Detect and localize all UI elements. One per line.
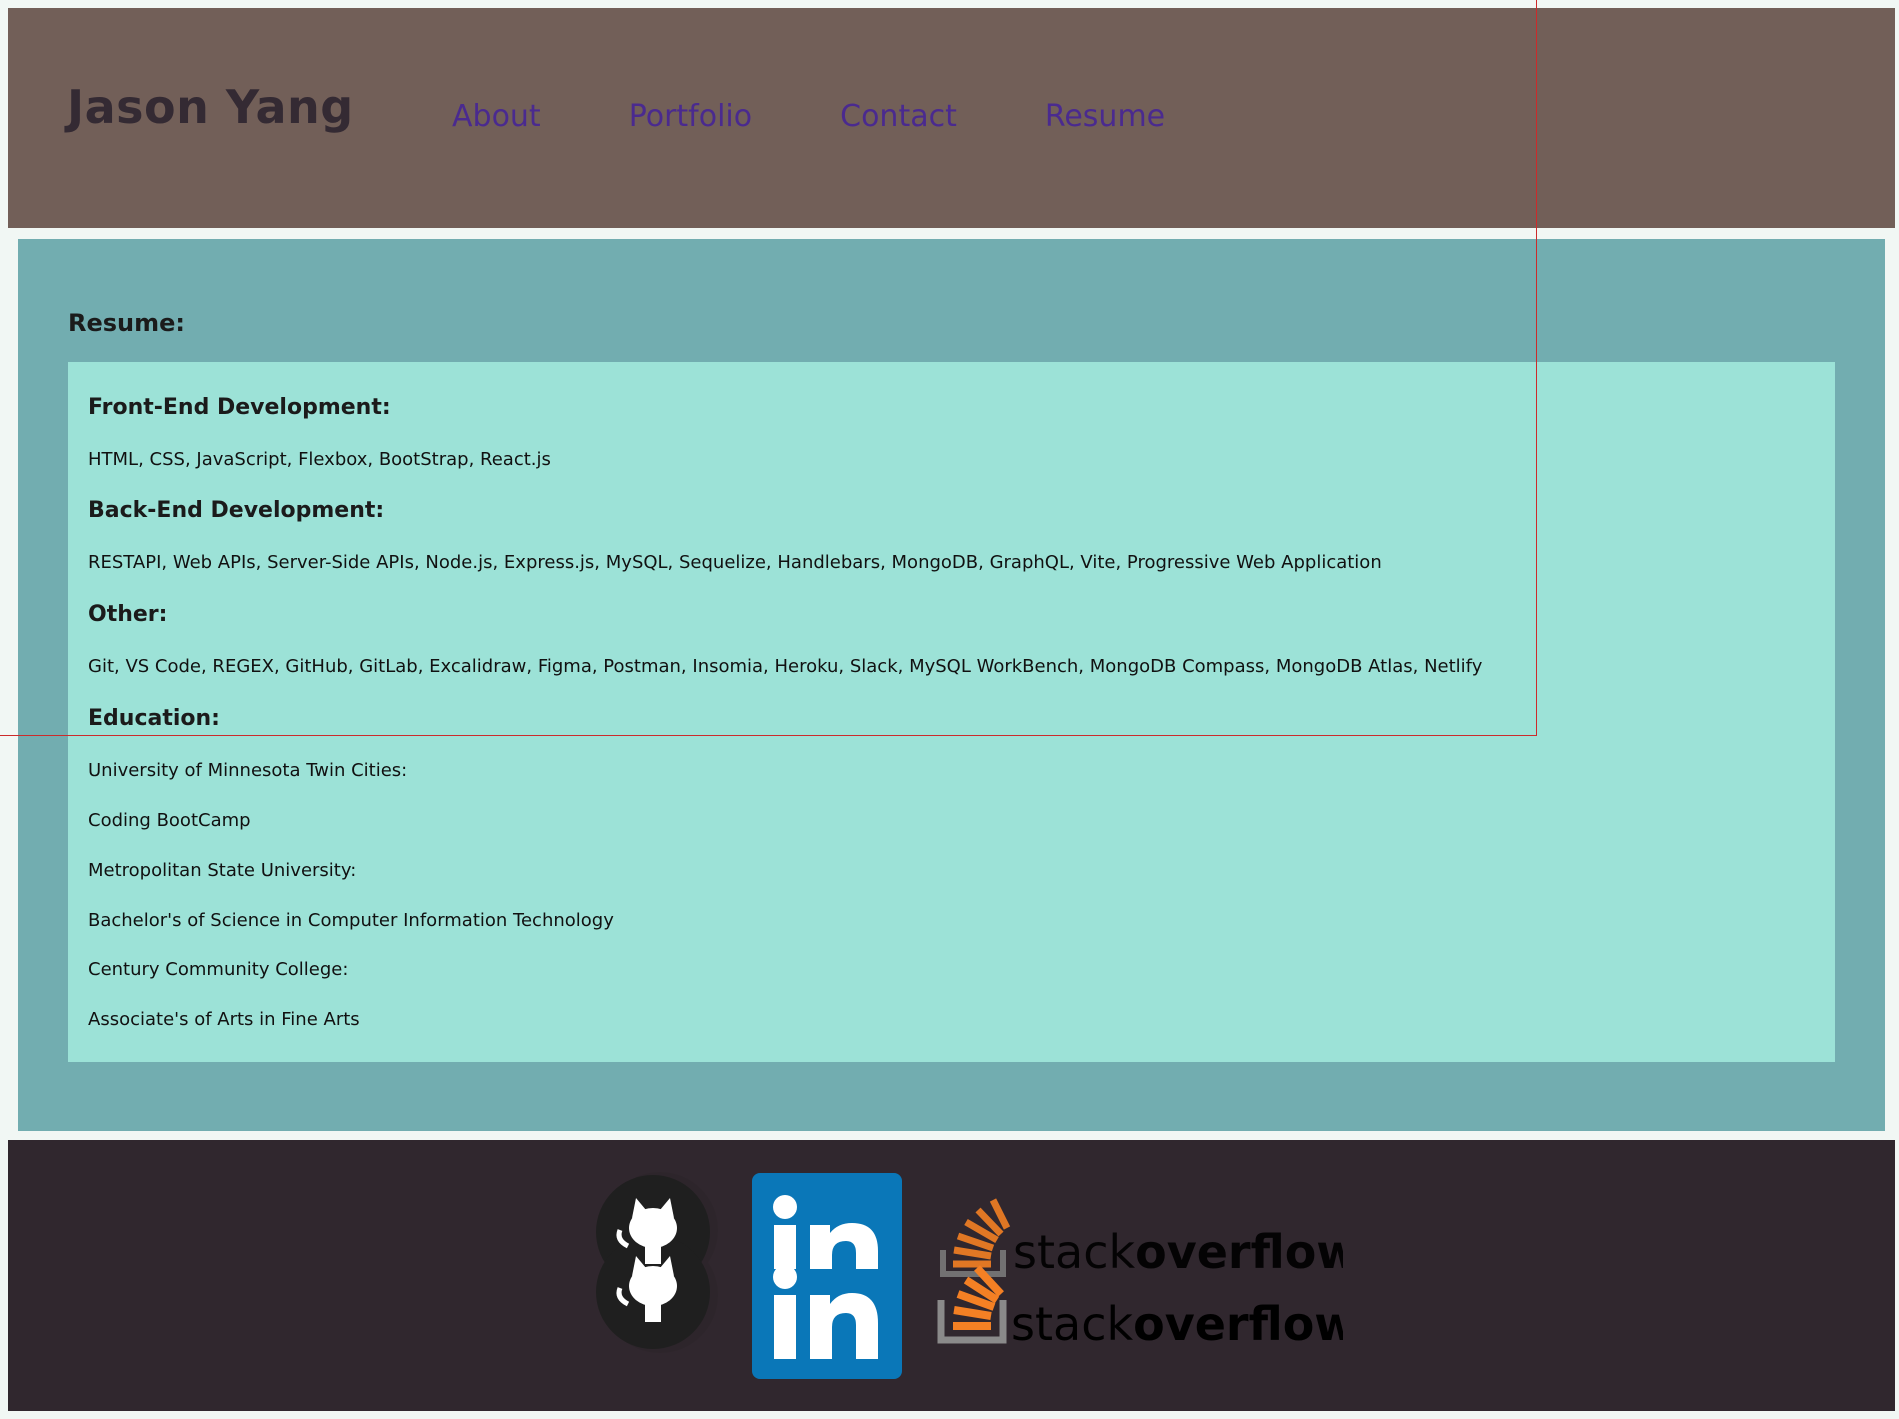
- brand-title: Jason Yang: [67, 80, 354, 134]
- other-heading: Other:: [88, 602, 168, 627]
- education-item: Century Community College:: [88, 959, 349, 980]
- guide-line-vertical: [1536, 0, 1537, 735]
- backend-skills: RESTAPI, Web APIs, Server-Side APIs, Nod…: [88, 552, 1382, 573]
- site-header: Jason Yang About Portfolio Contact Resum…: [8, 8, 1895, 228]
- education-item: Bachelor's of Science in Computer Inform…: [88, 910, 614, 931]
- education-item: Metropolitan State University:: [88, 860, 357, 881]
- frontend-skills: HTML, CSS, JavaScript, Flexbox, BootStra…: [88, 449, 551, 470]
- guide-line-horizontal: [0, 735, 1537, 736]
- education-item: University of Minnesota Twin Cities:: [88, 760, 408, 781]
- github-icon[interactable]: [588, 1170, 738, 1370]
- education-item: Coding BootCamp: [88, 810, 251, 831]
- frontend-heading: Front-End Development:: [88, 395, 391, 420]
- education-item: Associate's of Arts in Fine Arts: [88, 1009, 360, 1030]
- linkedin-icon[interactable]: [752, 1173, 902, 1379]
- page: Jason Yang About Portfolio Contact Resum…: [0, 0, 1899, 1419]
- svg-text:stackoverflow: stackoverflow: [1011, 1297, 1343, 1350]
- resume-card: Front-End Development: HTML, CSS, JavaSc…: [68, 362, 1835, 1062]
- other-skills: Git, VS Code, REGEX, GitHub, GitLab, Exc…: [88, 656, 1483, 677]
- nav-link-about[interactable]: About: [452, 102, 541, 132]
- education-heading: Education:: [88, 706, 220, 731]
- section-title: Resume:: [68, 309, 186, 337]
- backend-heading: Back-End Development:: [88, 498, 385, 523]
- nav-link-contact[interactable]: Contact: [840, 102, 957, 132]
- stackoverflow-icon[interactable]: stackoverflow stackoverflow: [933, 1190, 1343, 1351]
- resume-section: Resume: Front-End Development: HTML, CSS…: [18, 239, 1885, 1131]
- main-nav: About Portfolio Contact Resume: [452, 102, 1253, 132]
- nav-link-portfolio[interactable]: Portfolio: [629, 102, 752, 132]
- nav-link-resume[interactable]: Resume: [1045, 102, 1165, 132]
- site-footer: stackoverflow stackoverflow: [8, 1140, 1895, 1411]
